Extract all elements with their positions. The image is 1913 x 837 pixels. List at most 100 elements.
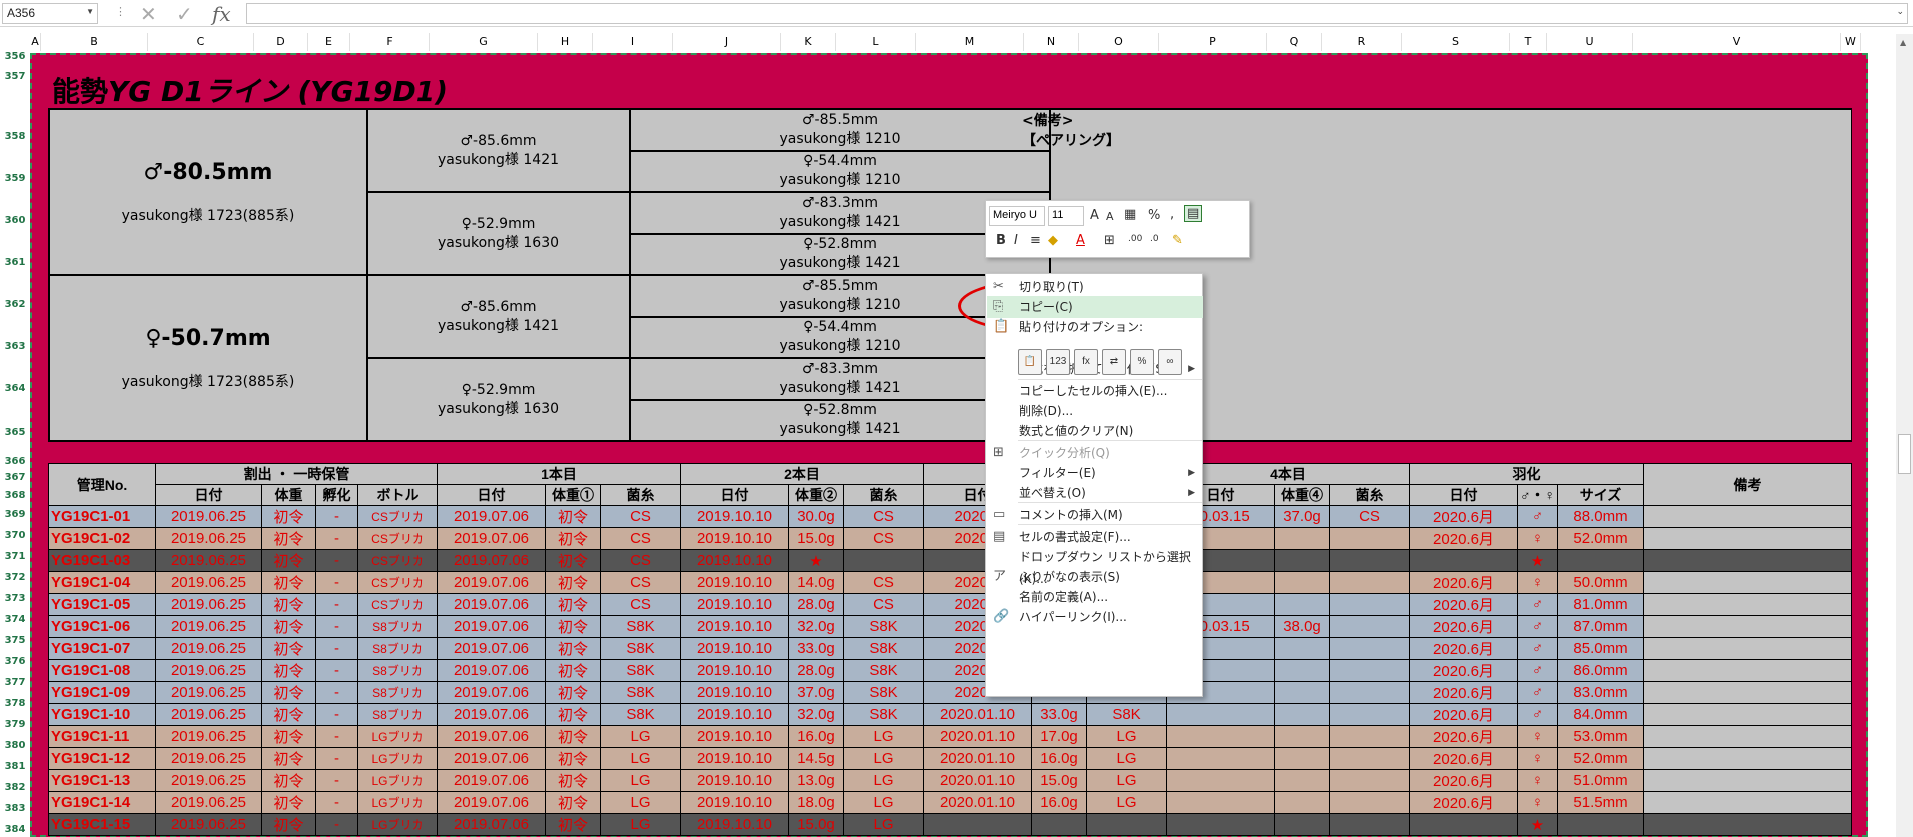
table-cell[interactable]: ♂ (1517, 615, 1558, 638)
table-cell[interactable]: - (315, 703, 358, 726)
table-cell[interactable]: S8K (600, 659, 681, 682)
table-cell[interactable]: 15.0g (788, 527, 844, 550)
menu-item[interactable]: ▭ コメントの挿入(M) (987, 504, 1203, 526)
table-cell[interactable]: 33.0g (1031, 703, 1087, 726)
management-id-cell[interactable]: YG19C1-15 (48, 813, 156, 836)
row-header[interactable]: 357 (0, 71, 30, 82)
table-cell[interactable]: 2019.06.25 (155, 505, 262, 528)
table-cell[interactable]: 2019.07.06 (437, 747, 546, 770)
row-header[interactable]: 360 (0, 215, 30, 226)
table-cell[interactable]: CS (600, 527, 681, 550)
subheader-cell[interactable]: 菌糸 (1329, 484, 1410, 506)
management-id-cell[interactable]: YG19C1-06 (48, 615, 156, 638)
scroll-up-icon[interactable]: ▲ (1900, 38, 1906, 47)
table-cell[interactable]: 2019.07.06 (437, 571, 546, 594)
table-cell[interactable]: 32.0g (788, 615, 844, 638)
table-cell[interactable]: 2019.10.10 (680, 637, 789, 660)
subheader-cell[interactable]: 日付 (680, 484, 789, 506)
menu-item[interactable]: 📋 貼り付けのオプション: (987, 316, 1203, 338)
management-id-cell[interactable]: YG19C1-14 (48, 791, 156, 814)
table-cell[interactable]: LG (1086, 769, 1167, 792)
subheader-cell[interactable]: 日付 (1409, 484, 1518, 506)
column-header[interactable]: J (673, 33, 781, 51)
management-id-cell[interactable]: YG19C1-12 (48, 747, 156, 770)
grandparent-cell[interactable]: ♂-85.6mm yasukong様 1421 (367, 109, 630, 192)
column-header[interactable]: Q (1267, 33, 1322, 51)
table-cell[interactable]: 初令 (545, 747, 601, 770)
menu-item[interactable]: フィルター(E) ▶ (987, 462, 1203, 484)
table-cell[interactable]: 2019.06.25 (155, 681, 262, 704)
table-cell[interactable]: ♀ (1517, 747, 1558, 770)
management-id-cell[interactable]: YG19C1-10 (48, 703, 156, 726)
management-id-cell[interactable]: YG19C1-02 (48, 527, 156, 550)
table-cell[interactable]: S8K (843, 615, 924, 638)
table-cell[interactable]: 2019.10.10 (680, 791, 789, 814)
table-cell[interactable]: - (315, 637, 358, 660)
table-cell[interactable]: 2020.01.10 (923, 769, 1032, 792)
table-cell[interactable]: S8K (600, 703, 681, 726)
font-size-box[interactable]: 11 (1048, 206, 1084, 226)
table-cell[interactable] (1274, 813, 1330, 836)
table-cell[interactable]: 2019.06.25 (155, 703, 262, 726)
note-cell[interactable] (1643, 747, 1852, 770)
table-cell[interactable]: 初令 (545, 549, 601, 572)
note-cell[interactable] (1643, 703, 1852, 726)
table-cell[interactable] (1329, 659, 1410, 682)
table-cell[interactable]: 2019.06.25 (155, 571, 262, 594)
table-cell[interactable]: 初令 (261, 637, 316, 660)
table-cell[interactable]: 51.5mm (1557, 791, 1644, 814)
header-id[interactable]: 管理No. (48, 463, 156, 506)
table-cell[interactable]: 2019.06.25 (155, 791, 262, 814)
grandparent-cell[interactable]: ♂-85.6mm yasukong様 1421 (367, 275, 630, 358)
table-cell[interactable] (1329, 791, 1410, 814)
table-cell[interactable] (1274, 725, 1330, 748)
table-cell[interactable]: 初令 (545, 659, 601, 682)
table-cell[interactable]: ♂ (1517, 593, 1558, 616)
table-cell[interactable]: 2019.10.10 (680, 527, 789, 550)
table-cell[interactable]: 14.5g (788, 747, 844, 770)
table-cell[interactable]: LGブリカ (357, 747, 438, 770)
table-cell[interactable] (1166, 703, 1275, 726)
table-cell[interactable]: CS (843, 505, 924, 528)
management-id-cell[interactable]: YG19C1-03 (48, 549, 156, 572)
table-cell[interactable]: CSブリカ (357, 593, 438, 616)
table-cell[interactable]: 2019.06.25 (155, 769, 262, 792)
menu-item[interactable]: コピーしたセルの挿入(E)... (987, 380, 1203, 402)
table-cell[interactable] (1274, 527, 1330, 550)
table-cell[interactable] (1274, 659, 1330, 682)
row-header[interactable]: 372 (0, 572, 30, 583)
table-cell[interactable]: 2020.01.10 (923, 703, 1032, 726)
format-painter-icon[interactable]: ✎ (1172, 233, 1183, 248)
table-cell[interactable]: - (315, 659, 358, 682)
column-header[interactable]: B (41, 33, 148, 51)
menu-item[interactable]: 数式と値のクリア(N) (987, 420, 1203, 442)
table-cell[interactable]: 18.0g (788, 791, 844, 814)
table-cell[interactable]: LG (843, 725, 924, 748)
table-cell[interactable]: ♂ (1517, 681, 1558, 704)
name-box[interactable]: A356 ▼ (2, 3, 98, 24)
table-cell[interactable]: 初令 (261, 549, 316, 572)
borders-icon[interactable]: ⊞ (1104, 233, 1115, 248)
management-id-cell[interactable]: YG19C1-11 (48, 725, 156, 748)
table-cell[interactable]: - (315, 505, 358, 528)
row-header[interactable]: 364 (0, 383, 30, 394)
splitter-icon[interactable]: ⋮ (115, 5, 126, 18)
subheader-cell[interactable]: ♂・♀ (1517, 484, 1558, 506)
table-cell[interactable]: ♀ (1517, 527, 1558, 550)
row-header[interactable]: 365 (0, 427, 30, 438)
male-parent-cell[interactable]: ♂-80.5mm yasukong様 1723(885系) (49, 109, 367, 275)
table-cell[interactable]: CS (600, 505, 681, 528)
row-header[interactable]: 384 (0, 824, 30, 835)
row-header[interactable]: 377 (0, 677, 30, 688)
row-header[interactable]: 361 (0, 257, 30, 268)
table-cell[interactable]: - (315, 813, 358, 836)
table-cell[interactable]: LG (843, 813, 924, 836)
column-header[interactable]: F (350, 33, 430, 51)
column-header[interactable]: L (836, 33, 916, 51)
row-header[interactable]: 374 (0, 614, 30, 625)
row-header[interactable]: 381 (0, 761, 30, 772)
table-cell[interactable]: 2020.01.10 (923, 791, 1032, 814)
table-cell[interactable]: S8K (1086, 703, 1167, 726)
table-cell[interactable]: S8ブリカ (357, 659, 438, 682)
table-cell[interactable]: 2019.06.25 (155, 527, 262, 550)
